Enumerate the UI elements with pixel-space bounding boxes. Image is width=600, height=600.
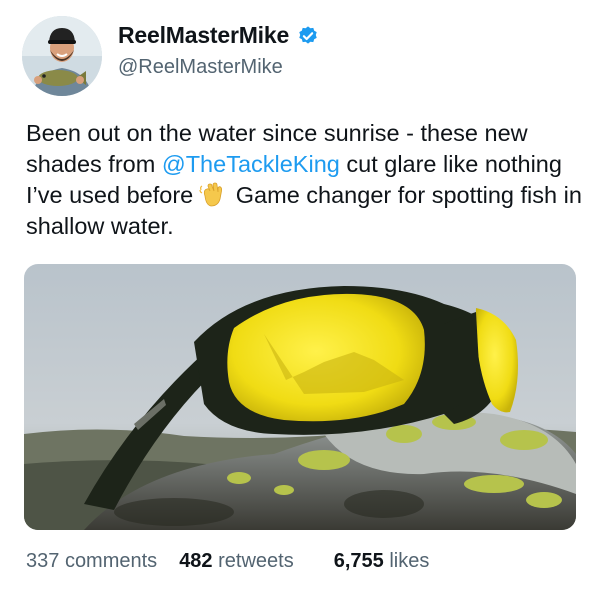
author-name-row: ReelMasterMike: [118, 22, 319, 49]
waving-hand-emoji-icon: [199, 182, 225, 208]
display-name[interactable]: ReelMasterMike: [118, 22, 289, 49]
engagement-stats: 337 comments 482 retweets 6,755 likes: [26, 550, 429, 573]
author-handle[interactable]: @ReelMasterMike: [118, 56, 283, 79]
likes-stat[interactable]: 6,755 likes: [334, 550, 430, 573]
likes-label: likes: [389, 550, 430, 572]
comments-count: 337: [26, 550, 60, 572]
mention-link[interactable]: @TheTackleKing: [162, 151, 340, 177]
likes-count: 6,755: [333, 550, 384, 572]
verified-badge-icon: [297, 25, 319, 47]
retweets-count: 482: [179, 550, 213, 572]
sunglasses-on-rock-photo-icon: [24, 264, 576, 530]
tweet-media-image[interactable]: [24, 264, 576, 530]
comments-label: comments: [64, 550, 158, 572]
tweet-text: Been out on the water since sunrise - th…: [26, 118, 586, 242]
retweets-label: retweets: [218, 550, 294, 572]
retweets-stat[interactable]: 482 retweets: [179, 550, 294, 573]
avatar[interactable]: [22, 16, 102, 96]
comments-stat[interactable]: 337 comments: [26, 550, 157, 573]
fisherman-avatar-icon: [22, 16, 102, 96]
